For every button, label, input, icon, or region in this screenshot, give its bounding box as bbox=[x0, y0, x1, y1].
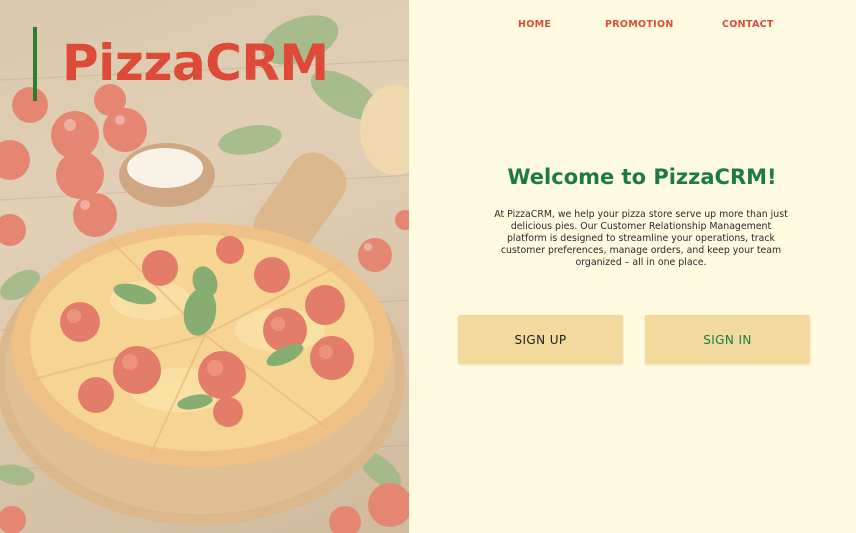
top-nav: HOME PROMOTION CONTACT bbox=[409, 17, 856, 33]
content-panel: HOME PROMOTION CONTACT Welcome to PizzaC… bbox=[409, 0, 856, 533]
intro-paragraph: At PizzaCRM, we help your pizza store se… bbox=[494, 209, 788, 268]
hero-image: PizzaCRM bbox=[0, 0, 409, 533]
nav-promotion-link[interactable]: PROMOTION bbox=[605, 17, 674, 33]
brand-accent-bar bbox=[33, 27, 37, 101]
sign-up-button[interactable]: SIGN UP bbox=[458, 315, 623, 364]
nav-home-link[interactable]: HOME bbox=[518, 17, 551, 33]
sign-in-button[interactable]: SIGN IN bbox=[645, 315, 810, 364]
nav-contact-link[interactable]: CONTACT bbox=[722, 17, 774, 33]
brand-logo: PizzaCRM bbox=[62, 34, 329, 92]
landing-page: PizzaCRM HOME PROMOTION CONTACT Welcome … bbox=[0, 0, 856, 533]
welcome-heading: Welcome to PizzaCRM! bbox=[507, 165, 777, 189]
